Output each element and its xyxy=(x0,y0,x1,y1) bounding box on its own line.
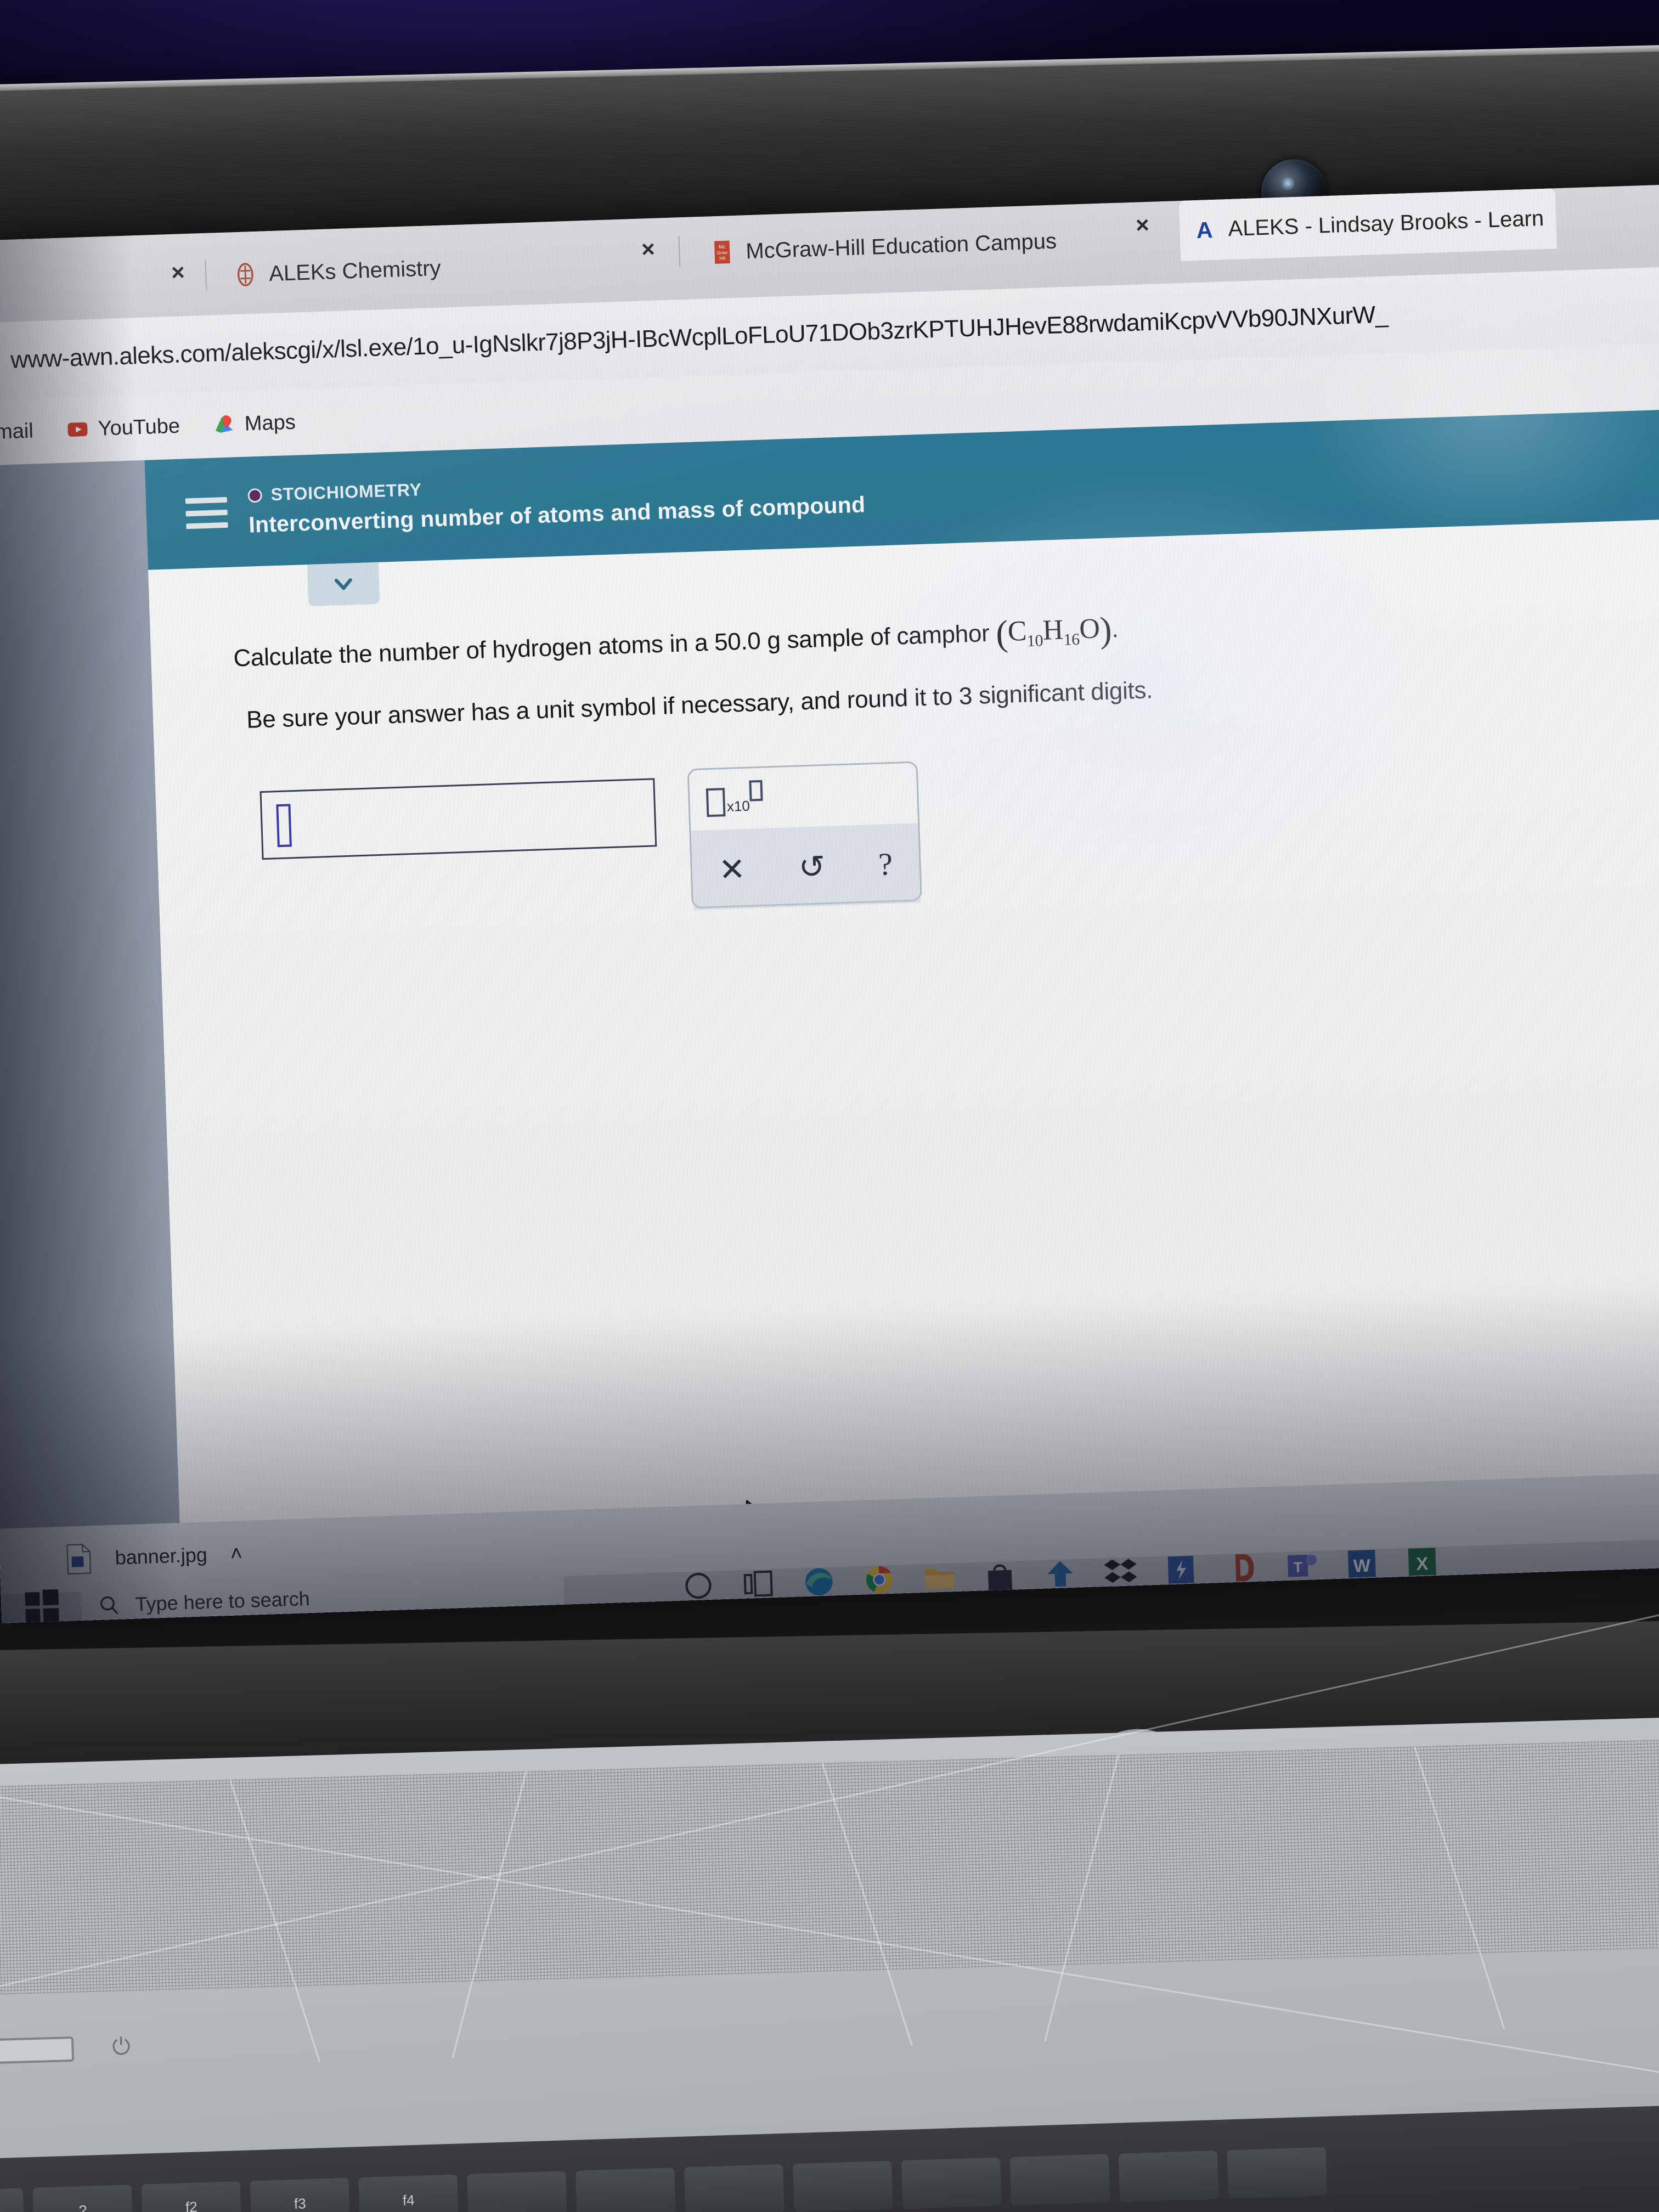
microsoft-store-icon[interactable] xyxy=(981,1557,1019,1594)
mantissa-placeholder-box xyxy=(706,788,726,817)
header-expand-toggle[interactable] xyxy=(307,562,380,607)
aleks-a-icon: A xyxy=(1196,217,1213,242)
clear-button[interactable]: ✕ xyxy=(718,850,746,888)
formula-c: C xyxy=(1007,615,1028,647)
help-button[interactable]: ? xyxy=(878,845,893,883)
formula-open-paren: ( xyxy=(995,613,1009,654)
teams-icon[interactable]: T xyxy=(1283,1547,1320,1584)
undo-button[interactable]: ↺ xyxy=(798,848,826,886)
question-line-1: Calculate the number of hydrogen atoms i… xyxy=(233,609,1119,680)
svg-text:Hill: Hill xyxy=(719,256,726,261)
tab-title: ALEKs Chemistry xyxy=(268,256,442,286)
key-f6[interactable] xyxy=(575,2168,676,2212)
word-icon[interactable]: W xyxy=(1343,1545,1380,1582)
svg-text:T: T xyxy=(1293,1559,1302,1576)
edge-icon[interactable] xyxy=(800,1563,838,1600)
formula-o: O xyxy=(1079,613,1101,645)
blue-app-icon[interactable] xyxy=(1162,1551,1199,1588)
formula-h-sub: 16 xyxy=(1063,630,1080,649)
scientific-notation-button[interactable]: x10 xyxy=(706,780,763,817)
download-menu-caret[interactable]: ˄ xyxy=(230,1542,243,1566)
question-text: Calculate the number of hydrogen atoms i… xyxy=(233,619,990,672)
bookmark-youtube[interactable]: YouTube xyxy=(66,414,180,442)
key-f9[interactable] xyxy=(901,2157,1002,2209)
svg-text:X: X xyxy=(1416,1553,1429,1574)
youtube-icon xyxy=(67,422,88,437)
x10-label: x10 xyxy=(726,797,751,815)
aleks-tool-palette: x10 ✕ ↺ ? xyxy=(687,761,922,911)
palette-button-row: ✕ ↺ ? xyxy=(691,823,921,911)
tab-close-button[interactable]: × xyxy=(1130,212,1155,239)
hamburger-menu-icon[interactable] xyxy=(185,496,228,529)
key-f3[interactable]: f3 xyxy=(250,2177,351,2212)
aleks-page: STOICHIOMETRY Interconverting number of … xyxy=(144,407,1659,1617)
formula-period: . xyxy=(1111,616,1119,643)
bookmark-label: YouTube xyxy=(97,414,180,441)
key-f10[interactable] xyxy=(1009,2154,1110,2205)
tab-divider xyxy=(205,259,207,290)
image-file-icon xyxy=(66,1544,92,1575)
file-explorer-icon[interactable] xyxy=(921,1559,958,1596)
excel-icon[interactable]: X xyxy=(1403,1543,1441,1581)
topic-bullet-icon xyxy=(247,488,263,503)
power-controls: ⏻ xyxy=(0,2033,138,2065)
speaker-grille xyxy=(0,1601,1659,2085)
formula-close-paren: ) xyxy=(1099,610,1113,651)
bookmark-gmail[interactable]: Gmail xyxy=(0,419,33,444)
key-f12[interactable] xyxy=(1227,2147,1328,2199)
bookmark-label: Gmail xyxy=(0,419,34,444)
browser-tab-mcgraw-hill[interactable]: Mc Graw Hill McGraw-Hill Education Campu… xyxy=(697,210,1070,284)
task-view-icon[interactable] xyxy=(740,1565,777,1602)
bookmark-label: Maps xyxy=(244,410,296,436)
tab-divider xyxy=(678,236,681,267)
browser-tab-aleks-chemistry[interactable]: ALEKs Chemistry xyxy=(219,237,454,306)
cortana-icon[interactable] xyxy=(680,1567,717,1604)
question-line-2: Be sure your answer has a unit symbol if… xyxy=(246,676,1153,733)
touchpad-indicator[interactable] xyxy=(0,2036,75,2065)
formula-c-sub: 10 xyxy=(1026,631,1043,651)
mcgraw-hill-icon: Mc Graw Hill xyxy=(714,240,730,264)
search-placeholder: Type here to search xyxy=(134,1587,311,1616)
key-f2[interactable]: f2 xyxy=(141,2181,242,2212)
download-file-name: banner.jpg xyxy=(115,1543,208,1569)
svg-text:Mc: Mc xyxy=(719,244,726,250)
svg-text:W: W xyxy=(1353,1555,1371,1576)
tab-close-button[interactable]: × xyxy=(165,259,190,286)
download-item[interactable]: banner.jpg ˄ xyxy=(65,1538,243,1576)
key-f4[interactable]: f4 xyxy=(358,2174,459,2212)
tab-title: McGraw-Hill Education Campus xyxy=(745,229,1057,263)
key-f5[interactable] xyxy=(467,2171,567,2212)
answer-input[interactable] xyxy=(259,778,657,860)
tab-close-button[interactable]: × xyxy=(635,235,661,262)
key-f11[interactable] xyxy=(1118,2151,1219,2202)
chevron-down-icon xyxy=(334,578,352,590)
search-icon xyxy=(100,1596,119,1615)
google-maps-icon xyxy=(215,415,233,433)
key-f7[interactable] xyxy=(684,2164,785,2212)
windows-start-icon[interactable] xyxy=(20,1586,63,1623)
key-f8[interactable] xyxy=(792,2160,893,2212)
key-f1[interactable]: ? xyxy=(32,2185,133,2212)
svg-text:A: A xyxy=(1196,217,1213,242)
bookmark-maps[interactable]: Maps xyxy=(212,410,296,437)
svg-text:Graw: Graw xyxy=(717,250,728,256)
orange-app-icon[interactable] xyxy=(1222,1549,1260,1587)
chrome-icon[interactable] xyxy=(861,1561,898,1598)
exponent-placeholder-box xyxy=(749,780,763,802)
topic-label: STOICHIOMETRY xyxy=(270,479,422,505)
tab-title: ALEKS - Lindsay Brooks - Learn xyxy=(1227,206,1544,241)
onedrive-icon[interactable] xyxy=(1042,1555,1079,1593)
laptop-screen: NF × ALEKs Chemistry × Mc Graw Hill McGr… xyxy=(0,182,1659,1623)
text-caret xyxy=(276,804,292,848)
chemical-formula: C10H16O xyxy=(1007,613,1101,651)
aleks-icon xyxy=(237,263,253,286)
power-button-icon[interactable]: ⏻ xyxy=(112,2033,138,2061)
dropbox-icon[interactable] xyxy=(1102,1553,1139,1590)
formula-h: H xyxy=(1042,614,1064,646)
key-esc[interactable]: esc xyxy=(0,2188,25,2212)
